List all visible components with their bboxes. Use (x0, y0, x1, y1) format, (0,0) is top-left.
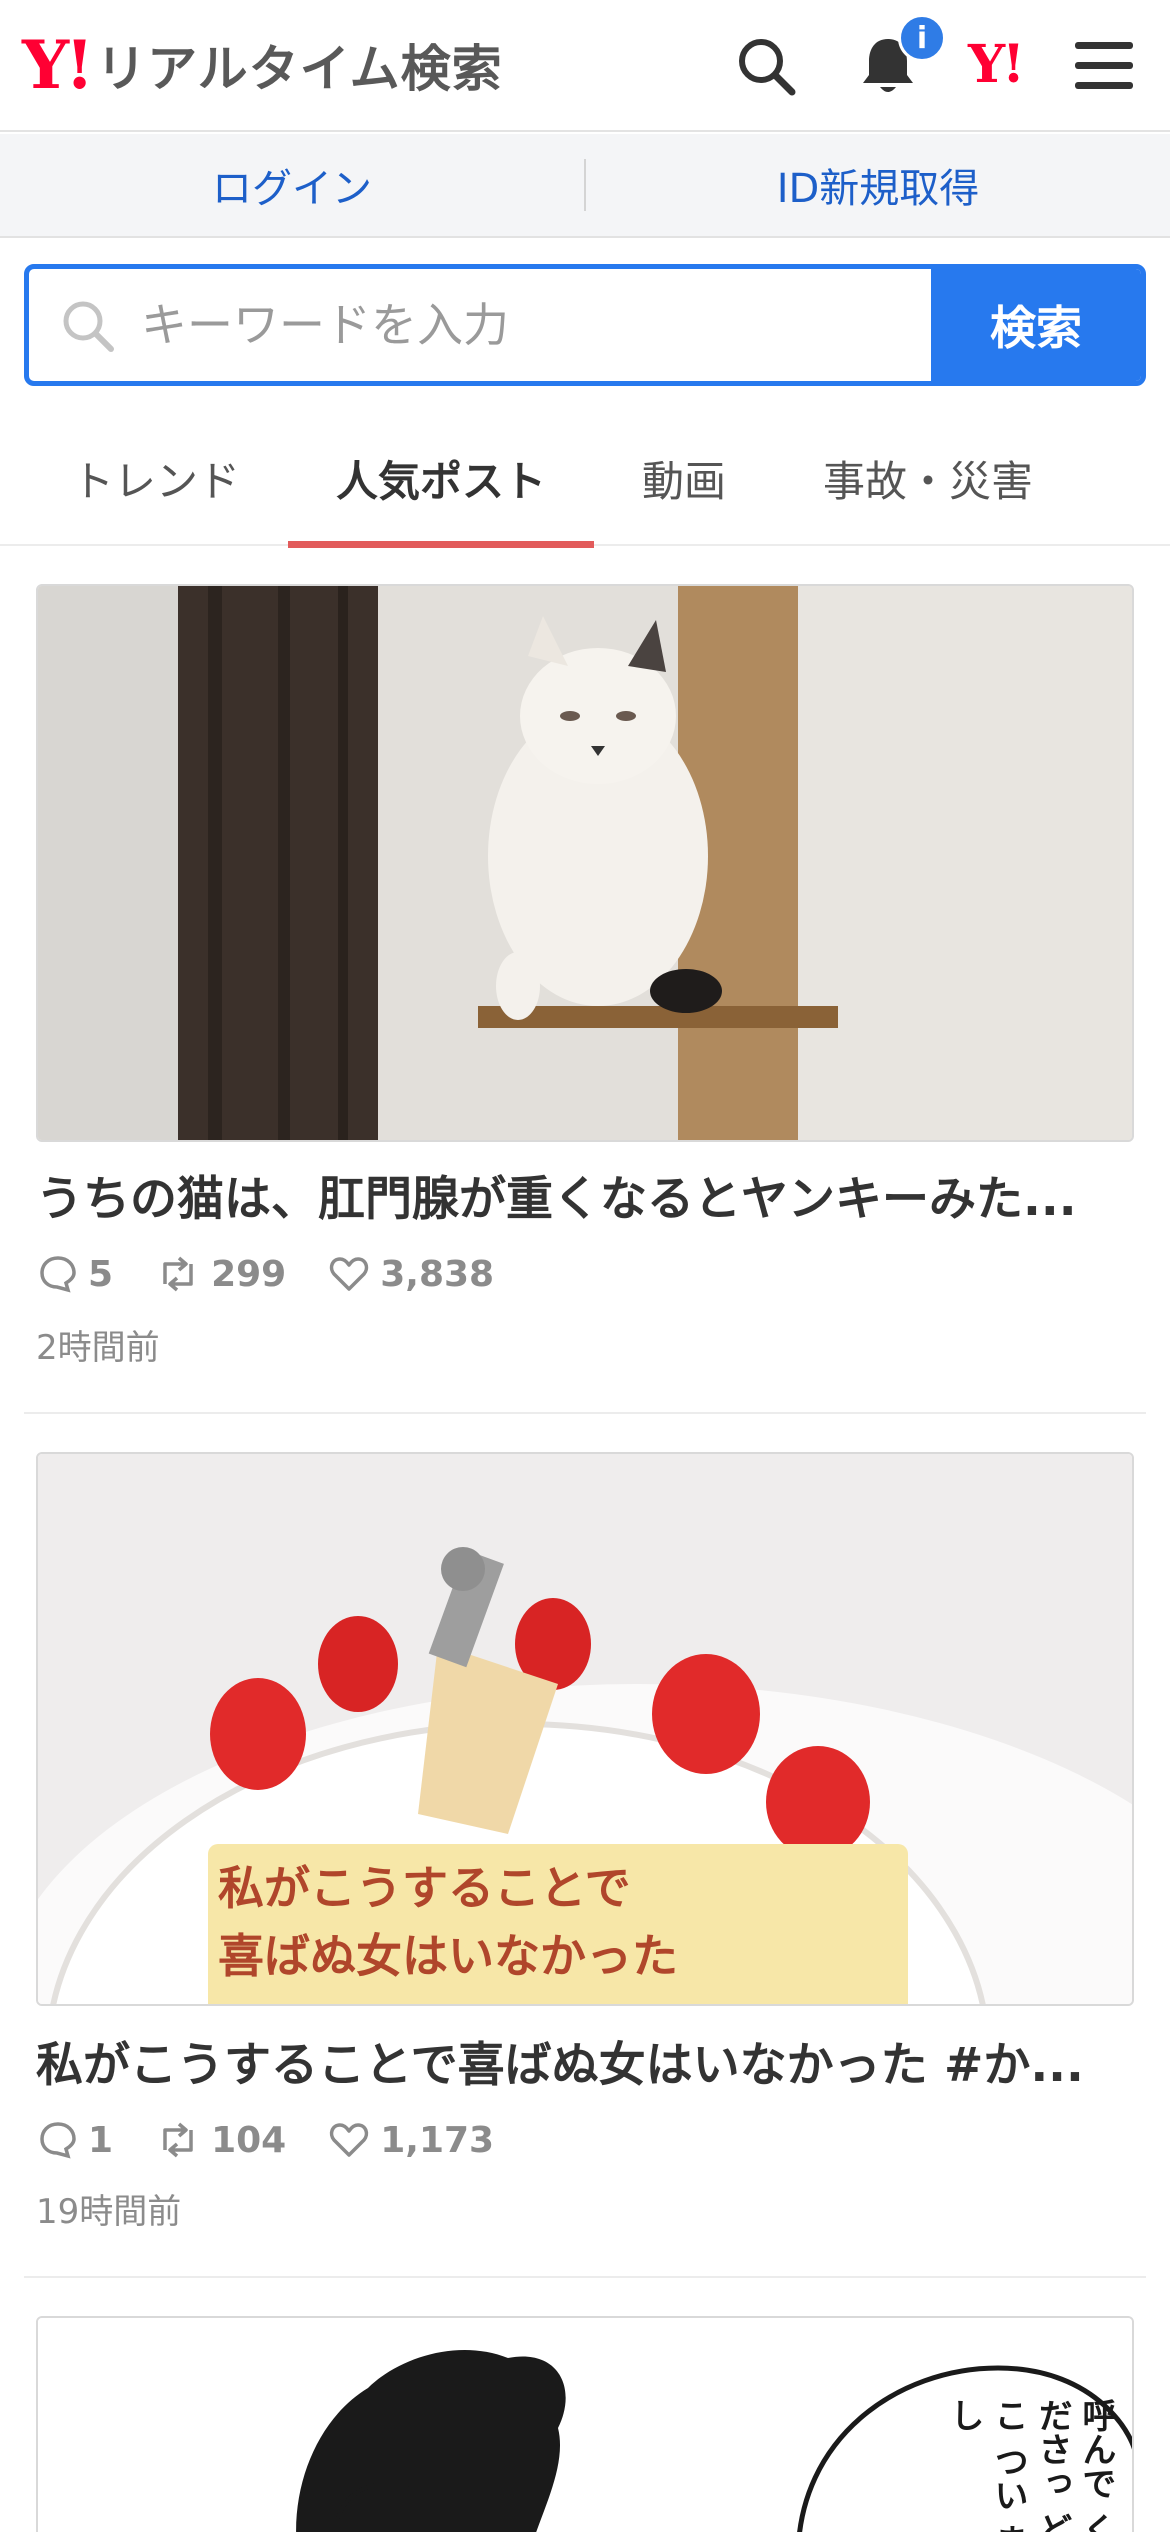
signup-link[interactable]: ID新規取得 (586, 156, 1170, 214)
like-count[interactable]: 1,173 (328, 2120, 494, 2161)
reply-icon (40, 2122, 76, 2159)
search-field-icon (63, 301, 114, 352)
search-form: 検索 (24, 264, 1146, 386)
repost-icon (163, 1256, 193, 1292)
repost-count[interactable]: 104 (155, 2120, 286, 2161)
tab-trend[interactable]: トレンド (36, 410, 276, 546)
like-count-value: 3,838 (380, 1253, 495, 1295)
notification-badge[interactable]: i (898, 14, 946, 62)
repost-count-value: 104 (211, 2119, 287, 2161)
search-input[interactable] (29, 269, 931, 381)
post-timestamp: 2時間前 (36, 1328, 160, 1368)
post-title[interactable]: うちの猫は、肛門腺が重くなるとヤンキーみた... (36, 1160, 1134, 1229)
menu-icon[interactable] (1068, 30, 1140, 102)
like-count[interactable]: 3,838 (328, 1254, 494, 1295)
post-divider (24, 1412, 1146, 1414)
tab-bar: トレンド 人気ポスト 動画 事故・災害 (0, 410, 1170, 548)
yahoo-japan-icon[interactable]: Y! (968, 34, 1025, 95)
repost-count[interactable]: 299 (155, 1254, 286, 1295)
cat-photo (38, 586, 1132, 1140)
cake-photo: 私がこうすることで 喜ばぬ女はいなかった (38, 1454, 1132, 2004)
search-button[interactable]: 検索 (931, 269, 1141, 381)
app-header: Y! リアルタイム検索 i Y! (0, 0, 1170, 132)
cake-text-line1: 私がこうすることで (218, 1861, 631, 1915)
reply-icon (40, 1256, 76, 1293)
post-divider (24, 2276, 1146, 2278)
post-image[interactable] (36, 584, 1134, 1142)
like-count-value: 1,173 (380, 2119, 495, 2161)
login-link[interactable]: ログイン (0, 156, 584, 214)
post-image[interactable]: 私がこうすることで 喜ばぬ女はいなかった (36, 1452, 1134, 2006)
repost-count-value: 299 (211, 1253, 287, 1295)
speech-bubble-text: 呼んで くださっ どこ つい まし (944, 2398, 1116, 2532)
post-image[interactable]: 呼んで くださっ どこ つい まし (36, 2316, 1134, 2532)
post-stats: 1 104 1,173 (38, 2112, 536, 2168)
post-title[interactable]: 私がこうすることで喜ばぬ女はいなかった #か... (36, 2026, 1134, 2095)
reply-count[interactable]: 1 (38, 2120, 113, 2161)
cake-text: 私がこうすることで 喜ばぬ女はいなかった (218, 1854, 678, 1990)
heart-icon (330, 1257, 369, 1291)
post-timestamp: 19時間前 (36, 2192, 182, 2232)
login-bar: ログイン ID新規取得 (0, 134, 1170, 238)
tab-accident-disaster[interactable]: 事故・災害 (790, 410, 1066, 546)
search-icon[interactable] (730, 30, 802, 102)
repost-icon (163, 2122, 193, 2158)
logo-text: リアルタイム検索 (96, 40, 503, 98)
tab-video[interactable]: 動画 (604, 410, 764, 546)
heart-icon (330, 2123, 369, 2157)
reply-count[interactable]: 5 (38, 1254, 113, 1295)
reply-count-value: 5 (88, 1253, 114, 1295)
reply-count-value: 1 (88, 2119, 114, 2161)
cake-text-line2: 喜ばぬ女はいなかった (218, 1929, 678, 1983)
logo-mark: Y! (22, 26, 94, 104)
post-stats: 5 299 3,838 (38, 1246, 536, 1302)
search-field (29, 269, 931, 381)
yahoo-realtime-logo[interactable]: Y! リアルタイム検索 (22, 30, 503, 100)
tab-popular-posts[interactable]: 人気ポスト (288, 410, 594, 548)
